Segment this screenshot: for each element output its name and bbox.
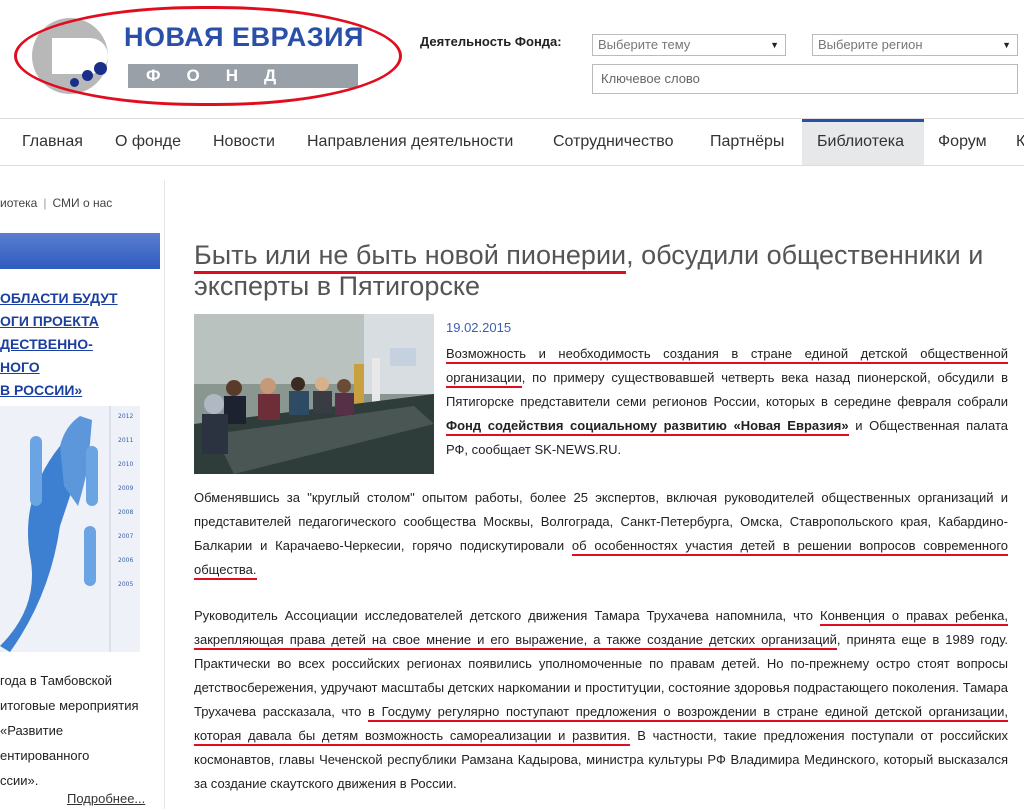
article-photo[interactable] <box>194 314 434 474</box>
read-more-link[interactable]: Подробнее... <box>67 791 145 806</box>
paragraph-text: Руководитель Ассоциации исследователей д… <box>194 608 821 623</box>
sidebar-text-line: ентированного <box>0 748 90 763</box>
year-label: 2011 <box>118 437 133 444</box>
nav-item-news[interactable]: Новости <box>213 119 275 165</box>
nav-item-about[interactable]: О фонде <box>115 119 181 165</box>
sidebar-headline-link[interactable]: ОБЛАСТИ БУДУТ ОГИ ПРОЕКТА ДЕСТВЕННО- НОГ… <box>0 287 160 402</box>
site-header: НОВАЯ ЕВРАЗИЯ ФОНД Деятельность Фонда: В… <box>0 0 1024 118</box>
sidebar-link-line: В РОССИИ» <box>0 382 83 398</box>
sidebar-link-line: ДЕСТВЕННО- <box>0 336 93 352</box>
year-label: 2007 <box>118 533 133 540</box>
column-divider <box>164 180 165 809</box>
breadcrumb: иотека | СМИ о нас <box>0 196 113 210</box>
year-label: 2005 <box>118 581 133 588</box>
sidebar-text-line: «Развитие <box>0 723 64 738</box>
article-title: Быть или не быть новой пионерии, обсудил… <box>194 240 1014 302</box>
nav-item-more[interactable]: К <box>1016 119 1024 165</box>
year-label: 2009 <box>118 485 133 492</box>
sidebar-link-line: ОБЛАСТИ БУДУТ <box>0 290 118 306</box>
paragraph-text: , по примеру существовавшей четверть век… <box>446 370 1008 409</box>
breadcrumb-library[interactable]: иотека <box>0 196 37 210</box>
year-label: 2012 <box>118 413 133 420</box>
title-underlined: Быть или не быть новой пионерии <box>194 240 627 274</box>
nav-item-library[interactable]: Библиотека <box>802 119 924 165</box>
region-select-value: Выберите регион <box>818 37 923 52</box>
nav-item-cooperation[interactable]: Сотрудничество <box>553 119 674 165</box>
sidebar-text: года в Тамбовской итоговые мероприятия «… <box>0 668 150 793</box>
activity-label: Деятельность Фонда: <box>420 34 562 49</box>
red-circle-annotation <box>14 6 402 106</box>
sidebar-header <box>0 233 160 269</box>
sidebar-text-line: ссии». <box>0 773 39 788</box>
year-label: 2006 <box>118 557 133 564</box>
keyword-input[interactable]: Ключевое слово <box>592 64 1018 94</box>
region-select[interactable]: Выберите регион ▼ <box>812 34 1018 56</box>
dropdown-arrow-icon: ▼ <box>1002 40 1011 50</box>
article-paragraph-1: Возможность и необходимость создания в с… <box>446 342 1008 462</box>
year-label: 2008 <box>118 509 133 516</box>
article-paragraph-2: Обменявшись за "круглый столом" опытом р… <box>194 486 1009 582</box>
main-nav: Главная О фонде Новости Направления деят… <box>0 118 1024 166</box>
sidebar-link-line: НОГО <box>0 359 40 375</box>
sidebar-project-image[interactable]: 2012 2011 2010 2009 2008 2007 2006 2005 <box>0 406 140 652</box>
topic-select[interactable]: Выберите тему ▼ <box>592 34 786 56</box>
foundation-name-link: Фонд содействия социальному развитию «Но… <box>446 418 849 436</box>
sidebar-text-line: итоговые мероприятия <box>0 698 139 713</box>
article-date: 19.02.2015 <box>446 320 512 335</box>
sidebar-link-line: ОГИ ПРОЕКТА <box>0 313 99 329</box>
nav-item-home[interactable]: Главная <box>22 119 83 165</box>
topic-select-value: Выберите тему <box>598 37 691 52</box>
dropdown-arrow-icon: ▼ <box>770 40 779 50</box>
nav-item-partners[interactable]: Партнёры <box>710 119 784 165</box>
project-timeline-graphic: 2012 2011 2010 2009 2008 2007 2006 2005 <box>0 406 140 652</box>
nav-item-forum[interactable]: Форум <box>938 119 987 165</box>
nav-item-directions[interactable]: Направления деятельности <box>307 119 513 165</box>
year-label: 2010 <box>118 461 133 468</box>
meeting-photo <box>194 314 434 474</box>
sidebar-text-line: года в Тамбовской <box>0 673 112 688</box>
article-paragraph-3: Руководитель Ассоциации исследователей д… <box>194 604 1009 796</box>
breadcrumb-media[interactable]: СМИ о нас <box>52 196 112 210</box>
